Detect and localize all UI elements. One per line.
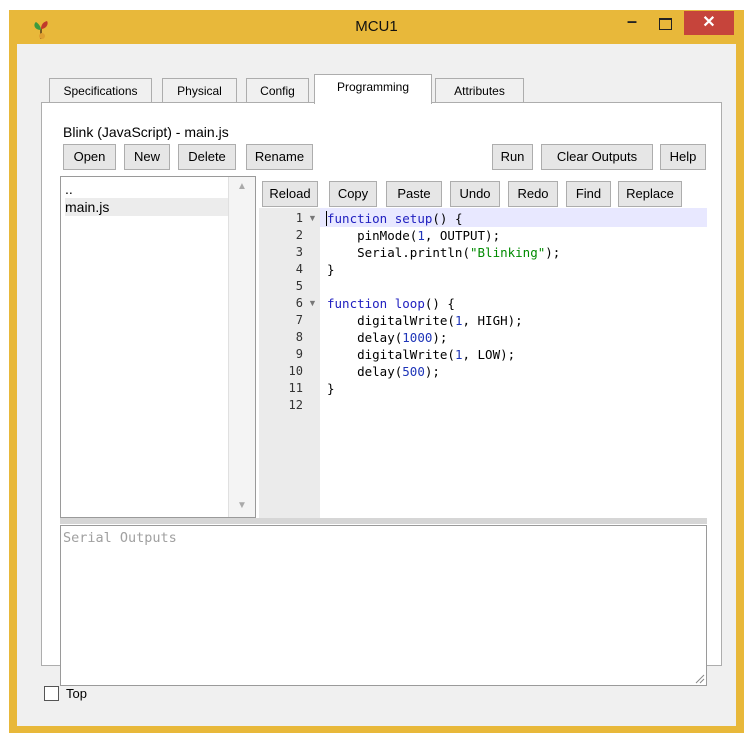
code-line[interactable]: delay(500); — [327, 363, 440, 380]
line-number: 4 — [295, 262, 303, 276]
help-button[interactable]: Help — [660, 144, 706, 170]
fold-toggle-icon[interactable]: ▼ — [308, 298, 317, 308]
find-button[interactable]: Find — [566, 181, 611, 207]
paste-button[interactable]: Paste — [386, 181, 442, 207]
reload-button[interactable]: Reload — [262, 181, 318, 207]
tab-specifications[interactable]: Specifications — [49, 78, 152, 102]
pane-splitter[interactable] — [60, 518, 707, 524]
line-number: 2 — [295, 228, 303, 242]
minimize-icon: – — [626, 11, 637, 31]
clear-outputs-button[interactable]: Clear Outputs — [541, 144, 653, 170]
sprout-icon[interactable] — [30, 20, 52, 40]
open-button[interactable]: Open — [63, 144, 116, 170]
file-item-parent[interactable]: .. — [65, 180, 228, 198]
top-checkbox-label: Top — [66, 686, 87, 701]
line-number: 1 — [295, 211, 303, 225]
maximize-button[interactable] — [652, 14, 678, 36]
undo-button[interactable]: Undo — [450, 181, 500, 207]
tab-attributes[interactable]: Attributes — [435, 78, 524, 102]
maximize-icon — [659, 18, 672, 30]
minimize-button[interactable]: – — [618, 12, 646, 36]
new-button[interactable]: New — [124, 144, 170, 170]
line-number: 9 — [295, 347, 303, 361]
line-number: 6 — [295, 296, 303, 310]
line-number: 3 — [295, 245, 303, 259]
file-list: .. main.js — [60, 176, 256, 518]
project-file-title: Blink (JavaScript) - main.js — [63, 124, 229, 140]
tab-programming[interactable]: Programming — [314, 74, 432, 104]
rename-button[interactable]: Rename — [246, 144, 313, 170]
code-line[interactable]: function loop() { — [327, 295, 455, 312]
redo-button[interactable]: Redo — [508, 181, 558, 207]
delete-button[interactable]: Delete — [178, 144, 236, 170]
line-number: 7 — [295, 313, 303, 327]
line-number: 10 — [288, 364, 303, 378]
file-item-main-js[interactable]: main.js — [65, 198, 228, 216]
scroll-down-icon[interactable]: ▼ — [237, 500, 247, 511]
resize-grip-icon[interactable] — [693, 672, 705, 684]
code-line[interactable]: function setup() { — [327, 210, 463, 227]
fold-toggle-icon[interactable]: ▼ — [308, 213, 317, 223]
scroll-up-icon[interactable]: ▲ — [237, 181, 247, 192]
file-list-scrollbar[interactable]: ▲ ▼ — [228, 177, 255, 517]
code-line[interactable]: digitalWrite(1, HIGH); — [327, 312, 523, 329]
copy-button[interactable]: Copy — [329, 181, 377, 207]
tab-physical[interactable]: Physical — [162, 78, 237, 102]
code-line[interactable]: pinMode(1, OUTPUT); — [327, 227, 500, 244]
code-line[interactable]: } — [327, 261, 335, 278]
replace-button[interactable]: Replace — [618, 181, 682, 207]
serial-output-placeholder: Serial Outputs — [63, 530, 177, 546]
close-button[interactable]: ✕ — [684, 11, 734, 35]
line-number: 11 — [288, 381, 303, 395]
code-line[interactable]: } — [327, 380, 335, 397]
line-number: 5 — [295, 279, 303, 293]
top-checkbox[interactable] — [44, 686, 59, 701]
tab-config[interactable]: Config — [246, 78, 309, 102]
serial-output-area[interactable] — [60, 525, 707, 686]
line-number: 8 — [295, 330, 303, 344]
code-line[interactable]: digitalWrite(1, LOW); — [327, 346, 515, 363]
run-button[interactable]: Run — [492, 144, 533, 170]
close-icon: ✕ — [702, 14, 716, 31]
line-number: 12 — [288, 398, 303, 412]
code-line[interactable]: Serial.println("Blinking"); — [327, 244, 560, 261]
code-line[interactable]: delay(1000); — [327, 329, 447, 346]
